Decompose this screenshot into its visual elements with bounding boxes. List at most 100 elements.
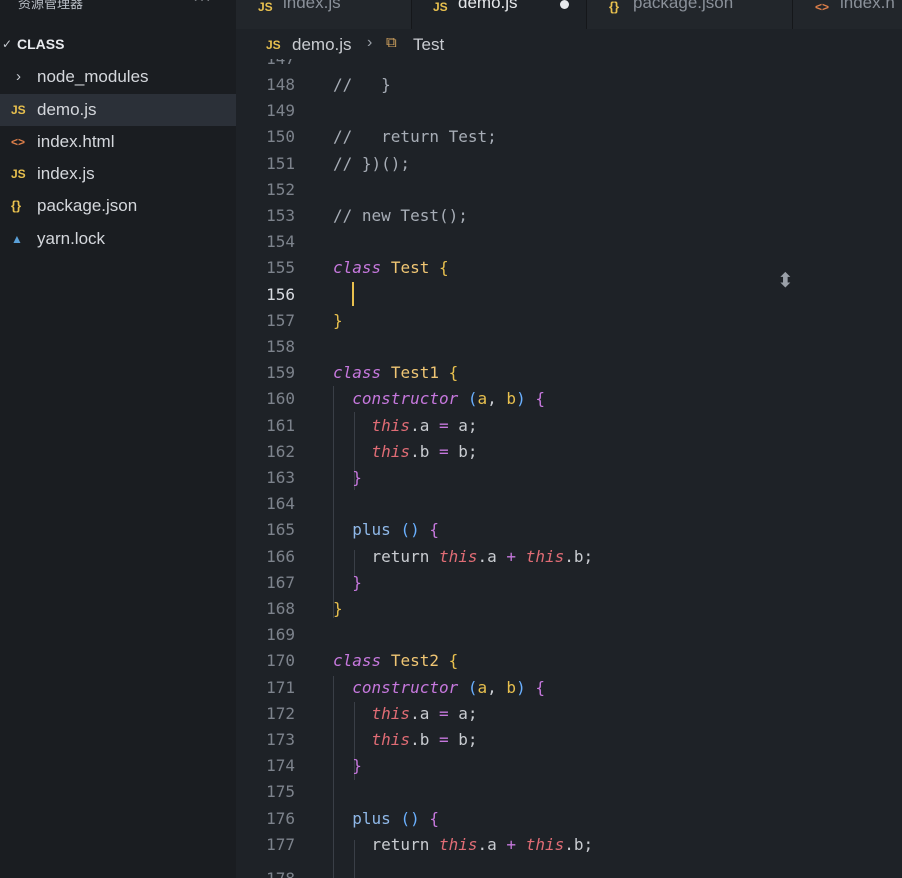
sidebar-item-index-js[interactable]: JS index.js: [0, 158, 236, 190]
json-file-icon: {}: [11, 198, 22, 213]
code-text[interactable]: return this.a + this.b;: [333, 544, 594, 570]
chevron-down-icon: ✓: [2, 37, 13, 51]
line-number: 159: [266, 363, 295, 383]
code-text[interactable]: plus () {: [333, 517, 439, 543]
line-number: 149: [266, 101, 295, 121]
file-name: demo.js: [37, 100, 97, 119]
code-line: 154: [236, 229, 902, 255]
line-number: 166: [266, 546, 295, 566]
code-line: 178: [236, 866, 902, 878]
code-line: 171 constructor (a, b) {: [236, 675, 902, 701]
code-text[interactable]: // })();: [333, 151, 410, 177]
yarn-file-icon: ▲: [11, 232, 23, 246]
code-text[interactable]: class Test2 {: [333, 648, 458, 674]
sidebar-item-index-html[interactable]: <> index.html: [0, 126, 236, 158]
code-line: 156: [236, 282, 902, 308]
code-line: 172 this.a = a;: [236, 701, 902, 727]
code-line: 175: [236, 779, 902, 805]
code-text[interactable]: return this.a + this.b;: [333, 832, 594, 858]
code-text[interactable]: }: [333, 465, 362, 491]
file-name: index.js: [37, 164, 95, 183]
code-line: 174 }: [236, 753, 902, 779]
code-line: 162 this.b = b;: [236, 439, 902, 465]
line-number: 170: [266, 651, 295, 671]
sidebar-item-demo-js[interactable]: JS demo.js: [0, 94, 236, 126]
more-actions-icon[interactable]: ···: [193, 0, 212, 9]
code-text[interactable]: }: [333, 570, 362, 596]
js-file-icon: JS: [11, 103, 26, 117]
code-line: 167 }: [236, 570, 902, 596]
js-file-icon: JS: [258, 0, 273, 14]
code-line: 152: [236, 177, 902, 203]
html-file-icon: <>: [815, 0, 830, 14]
code-line: 161 this.a = a;: [236, 413, 902, 439]
code-text[interactable]: // return Test;: [333, 124, 497, 150]
tab-index-html[interactable]: <> index.h: [793, 0, 902, 29]
folder-section-label: CLASS: [17, 36, 65, 52]
code-text[interactable]: constructor (a, b) {: [333, 386, 545, 412]
js-file-icon: JS: [266, 38, 281, 52]
file-name: index.html: [37, 132, 115, 151]
code-line: 148 // }: [236, 72, 902, 98]
json-file-icon: {}: [609, 0, 620, 14]
code-line: 165 plus () {: [236, 517, 902, 543]
code-text[interactable]: constructor (a, b) {: [333, 675, 545, 701]
tab-label: package.json: [633, 0, 734, 12]
code-line: 164: [236, 491, 902, 517]
line-number: 163: [266, 468, 295, 487]
code-line: 147: [236, 59, 902, 72]
folder-section-class[interactable]: ✓ CLASS: [0, 31, 236, 57]
line-number: 172: [266, 703, 295, 723]
code-text[interactable]: // new Test();: [333, 203, 468, 229]
line-number: 173: [266, 730, 295, 749]
breadcrumb: JS demo.js › ⧉ Test: [236, 31, 902, 59]
code-line: 170 class Test2 {: [236, 648, 902, 674]
code-line: 153 // new Test();: [236, 203, 902, 229]
code-line: 149: [236, 98, 902, 124]
code-line: 163 }: [236, 465, 902, 491]
code-line: 177 return this.a + this.b;: [236, 832, 902, 858]
line-number: 157: [266, 310, 295, 330]
code-text[interactable]: this.b = b;: [333, 439, 478, 465]
code-line: 159 class Test1 {: [236, 360, 902, 386]
code-line: 157}: [236, 308, 902, 334]
code-text[interactable]: this.a = a;: [333, 701, 478, 727]
unsaved-dot-icon[interactable]: [560, 0, 569, 9]
sidebar-item-yarn-lock[interactable]: ▲ yarn.lock: [0, 223, 236, 255]
line-number: 153: [266, 206, 295, 225]
line-number: 158: [266, 337, 295, 356]
code-text[interactable]: // }: [333, 72, 391, 98]
breadcrumb-symbol[interactable]: Test: [413, 35, 444, 55]
tab-package-json[interactable]: {} package.json: [587, 0, 793, 29]
code-text[interactable]: class Test {: [333, 255, 449, 281]
line-number: 165: [266, 520, 295, 540]
tab-demo-js[interactable]: JS demo.js: [412, 0, 587, 29]
code-text[interactable]: }: [333, 596, 343, 622]
breadcrumb-file[interactable]: demo.js: [292, 35, 352, 55]
editor-tab-bar: JS index.js JS demo.js {} package.json <…: [236, 0, 902, 29]
js-file-icon: JS: [433, 0, 448, 14]
line-number: 155: [266, 258, 295, 278]
line-number: 178: [236, 866, 295, 878]
code-line: 151 // })();: [236, 151, 902, 177]
tab-label: index.h: [840, 0, 895, 12]
code-text[interactable]: this.b = b;: [333, 727, 478, 753]
code-line: 168}: [236, 596, 902, 622]
sidebar-item-node-modules[interactable]: › node_modules: [0, 61, 236, 93]
code-text[interactable]: class Test1 {: [333, 360, 458, 386]
code-text[interactable]: }: [333, 753, 362, 779]
code-line: 166 return this.a + this.b;: [236, 544, 902, 570]
html-file-icon: <>: [11, 135, 26, 149]
code-text[interactable]: }: [333, 308, 343, 334]
line-number: 162: [266, 441, 295, 461]
code-text[interactable]: this.a = a;: [333, 413, 478, 439]
line-number: 160: [266, 389, 295, 409]
code-editor[interactable]: 147 ⬍ 178 148// }149150// return Test;15…: [236, 59, 902, 878]
tab-index-js[interactable]: JS index.js: [236, 0, 412, 29]
line-number: 167: [266, 572, 295, 592]
sidebar-item-package-json[interactable]: {} package.json: [0, 190, 236, 222]
tab-label: demo.js: [458, 0, 518, 12]
code-text[interactable]: plus () {: [333, 806, 439, 832]
code-line: 176 plus () {: [236, 806, 902, 832]
class-symbol-icon: ⧉: [386, 34, 397, 51]
